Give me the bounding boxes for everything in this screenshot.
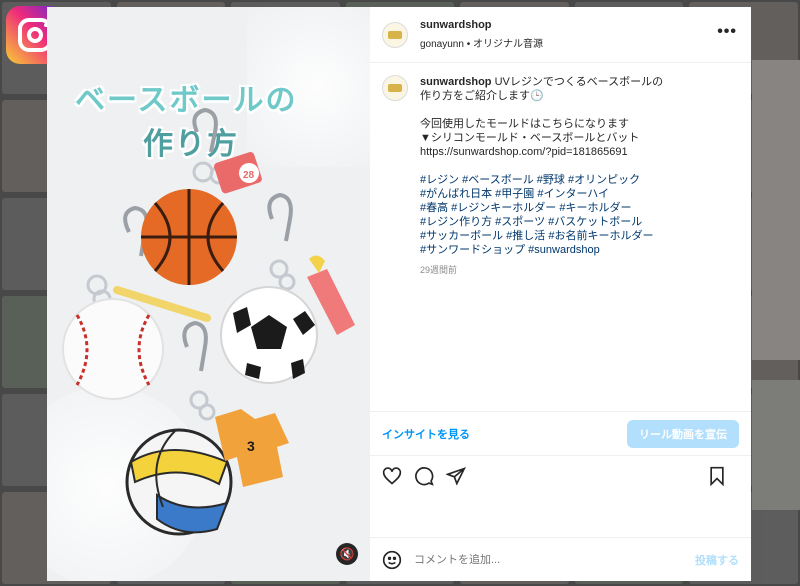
keychain-illustration: 28 3 [62, 107, 355, 536]
action-bar [370, 455, 751, 495]
svg-text:28: 28 [243, 170, 255, 181]
caption-avatar[interactable] [382, 75, 408, 101]
caption-line-4: ▼シリコンモールド・ベースボールとバット [420, 132, 640, 144]
caption-line-3: 今回使用したモールドはこちらになります [420, 118, 629, 130]
hashtag-line[interactable]: #サッカーボール #推し活 #お名前キーホルダー [420, 229, 720, 243]
svg-text:3: 3 [247, 438, 255, 454]
username-link[interactable]: sunwardshop [420, 19, 543, 31]
post-header: sunwardshop gonayunn • オリジナル音源 ••• [370, 7, 751, 63]
insight-bar: インサイトを見る リール動画を宣伝 [370, 411, 751, 455]
bookmark-icon[interactable] [707, 466, 727, 486]
caption-area: sunwardshop UVレジンでつくるベースボールの 作り方をご紹介します🕒… [370, 63, 751, 411]
post-comment-button[interactable]: 投稿する [695, 552, 739, 568]
audio-link[interactable]: gonayunn • オリジナル音源 [420, 35, 543, 50]
caption-text: sunwardshop UVレジンでつくるベースボールの 作り方をご紹介します🕒… [420, 75, 720, 277]
hashtag-line[interactable]: #がんばれ日本 #甲子園 #インターハイ [420, 187, 720, 201]
caption-intro: UVレジンでつくるベースボールの [494, 76, 664, 88]
promote-reel-button[interactable]: リール動画を宣伝 [627, 419, 739, 448]
hashtag-line[interactable]: #レジン作り方 #スポーツ #バスケットボール [420, 215, 720, 229]
time-ago[interactable]: 29週間前 [420, 263, 720, 277]
share-icon[interactable] [446, 466, 466, 486]
post-media[interactable]: ベースボールの 作り方 28 3 🔇 [47, 7, 370, 581]
comment-bar: 投稿する [370, 537, 751, 581]
caption-username[interactable]: sunwardshop [420, 76, 492, 88]
view-insights-link[interactable]: インサイトを見る [382, 426, 470, 442]
caption-url[interactable]: https://sunwardshop.com/?pid=181865691 [420, 145, 720, 159]
post-modal: ベースボールの 作り方 28 3 🔇 sunwardshop gonayunn … [47, 7, 751, 581]
mute-icon[interactable]: 🔇 [336, 543, 358, 565]
post-side-panel: sunwardshop gonayunn • オリジナル音源 ••• sunwa… [370, 7, 751, 581]
comment-icon[interactable] [414, 466, 434, 486]
heart-icon[interactable] [382, 466, 402, 486]
hashtag-line[interactable]: #レジン #ベースボール #野球 #オリンピック [420, 173, 720, 187]
hashtag-line[interactable]: #春高 #レジンキーホルダー #キーホルダー [420, 201, 720, 215]
caption-intro-2: 作り方をご紹介します🕒 [420, 90, 544, 102]
more-options-icon[interactable]: ••• [717, 23, 737, 41]
emoji-icon[interactable] [382, 550, 402, 570]
hashtag-line[interactable]: #サンワードショップ #sunwardshop [420, 243, 720, 257]
avatar[interactable] [382, 21, 408, 48]
comment-input[interactable] [414, 553, 654, 566]
